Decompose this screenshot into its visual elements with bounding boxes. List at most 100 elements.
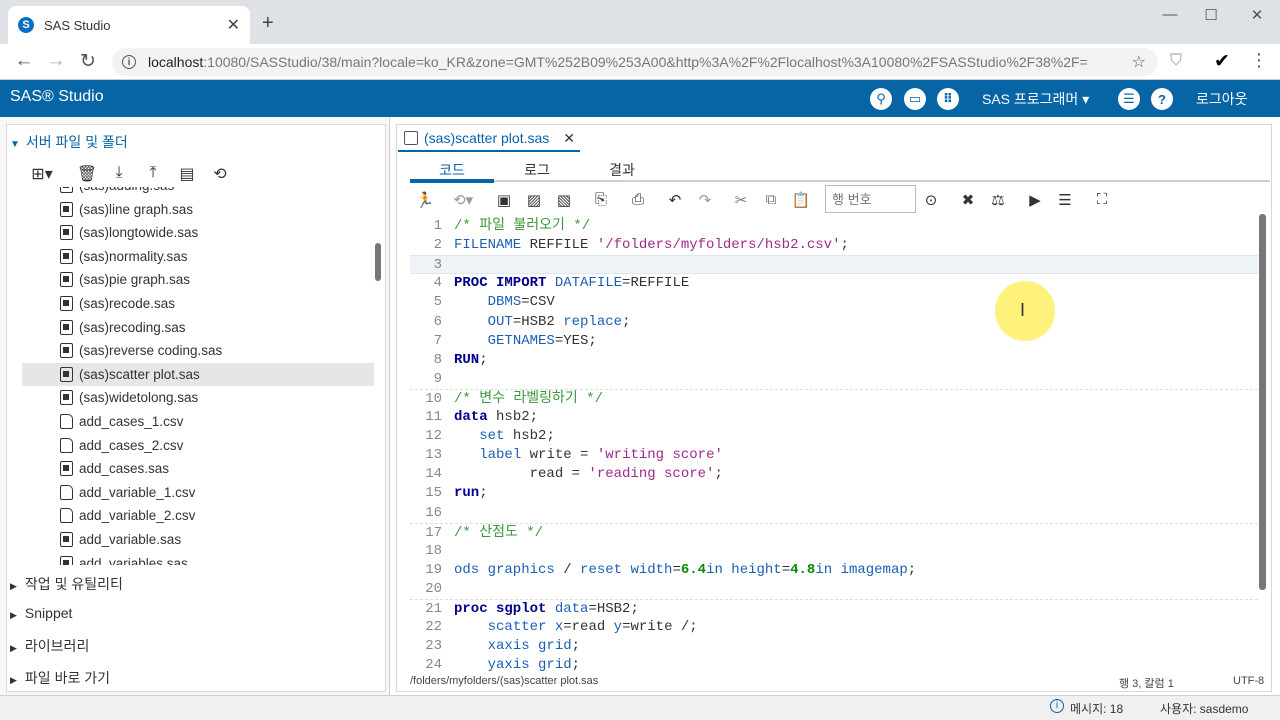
url-field[interactable]: i localhost:10080/SASStudio/38/main?loca…	[112, 48, 1158, 76]
editor-scrollbar[interactable]	[1259, 214, 1266, 590]
code-line[interactable]: 14 read = 'reading score';	[410, 465, 1258, 484]
line-number-input[interactable]	[825, 185, 916, 213]
undo-icon[interactable]: ↶	[664, 191, 686, 209]
file-item[interactable]: add_variable_2.csv	[22, 504, 374, 527]
logout-link[interactable]: 로그아웃	[1196, 89, 1248, 109]
history-dropdown-icon[interactable]: ⟲▾	[448, 191, 478, 209]
file-item[interactable]: (sas)reverse coding.sas	[22, 339, 374, 362]
save-copy-icon[interactable]: ▧	[553, 191, 575, 209]
search-icon[interactable]: ⚲	[870, 88, 892, 110]
folder-icon[interactable]: ▭	[904, 88, 926, 110]
file-item[interactable]: add_cases.sas	[22, 457, 374, 480]
code-line[interactable]: 5 DBMS=CSV	[410, 293, 1258, 312]
code-line[interactable]: 22 scatter x=read y=write /;	[410, 618, 1258, 637]
code-line[interactable]: 13 label write = 'writing score'	[410, 446, 1258, 465]
maximize-icon[interactable]: ☐	[1191, 6, 1231, 24]
file-item[interactable]: (sas)widetolong.sas	[22, 386, 374, 409]
file-item[interactable]: (sas)adding.sas	[22, 187, 374, 197]
file-item[interactable]: add_variable.sas	[22, 528, 374, 551]
forward-arrow-icon[interactable]: →	[44, 50, 68, 72]
code-line[interactable]: 21 proc sgplot data=HSB2;	[410, 599, 1258, 618]
code-line[interactable]: 10 /* 변수 라벨링하기 */	[410, 388, 1258, 408]
code-line[interactable]: 16	[410, 504, 1258, 523]
server-files-section-header[interactable]: ▼ 서버 파일 및 폴더	[10, 132, 128, 152]
file-item[interactable]: add_variable_1.csv	[22, 481, 374, 504]
code-line[interactable]: 1 /* 파일 불러오기 */	[410, 217, 1258, 236]
code-editor[interactable]: 1 /* 파일 불러오기 */ 2 FILENAME REFFILE '/folder…	[410, 217, 1258, 671]
code-line[interactable]: 15 run;	[410, 484, 1258, 503]
new-tab-button[interactable]: +	[262, 12, 274, 35]
code-line[interactable]: 20	[410, 580, 1258, 599]
properties-icon[interactable]: ▤	[176, 164, 198, 184]
file-item[interactable]: (sas)longtowide.sas	[22, 221, 374, 244]
back-arrow-icon[interactable]: ←	[12, 50, 36, 72]
new-file-dropdown-icon[interactable]: ⊞▾	[26, 164, 58, 184]
tab-code[interactable]: 코드	[412, 160, 492, 180]
help-icon[interactable]: ?	[1151, 88, 1173, 110]
tasks-utilities-section[interactable]: ▶ 작업 및 유틸리티	[10, 574, 123, 594]
file-item[interactable]: (sas)line graph.sas	[22, 198, 374, 221]
code-line[interactable]: 3	[410, 255, 1258, 275]
clear-code-icon[interactable]: ✖	[957, 191, 979, 209]
minimize-icon[interactable]: —	[1150, 6, 1190, 23]
export-icon[interactable]: ⎘	[590, 191, 612, 208]
download-icon[interactable]: ⤓	[108, 164, 130, 182]
info-icon[interactable]: i	[122, 55, 136, 69]
code-line[interactable]: 19 ods graphics / reset width=6.4in heigh…	[410, 561, 1258, 580]
tab-results[interactable]: 결과	[582, 160, 662, 180]
menu-list-icon[interactable]: ☰	[1118, 88, 1140, 110]
messages-count[interactable]: 메시지: 18	[1070, 700, 1123, 717]
file-item[interactable]: add_cases_1.csv	[22, 410, 374, 433]
close-tab-icon[interactable]: ✕	[227, 15, 240, 35]
maximize-view-icon[interactable]: ⛶	[1091, 191, 1113, 208]
shield-icon[interactable]: ⛉	[1170, 52, 1182, 70]
menu-dots-icon[interactable]: ⋮	[1250, 50, 1268, 71]
format-code-icon[interactable]: ⚖	[987, 191, 1009, 209]
run-icon[interactable]: 🏃	[414, 191, 436, 209]
browser-tab[interactable]: S SAS Studio ✕	[8, 6, 250, 44]
print-icon[interactable]: ⎙	[627, 191, 649, 208]
go-to-line-icon[interactable]: ⊙	[920, 191, 942, 209]
file-item[interactable]: (sas)scatter plot.sas	[22, 362, 374, 386]
paste-icon[interactable]: 📋	[790, 191, 812, 209]
close-document-icon[interactable]: ✕	[563, 130, 575, 147]
file-item[interactable]: (sas)recoding.sas	[22, 316, 374, 339]
code-line[interactable]: 4 PROC IMPORT DATAFILE=REFFILE	[410, 274, 1258, 293]
code-line[interactable]: 8 RUN;	[410, 351, 1258, 370]
save-icon[interactable]: ▣	[493, 191, 515, 209]
file-item[interactable]: (sas)normality.sas	[22, 245, 374, 268]
bookmark-star-icon[interactable]: ☆	[1132, 52, 1146, 72]
code-line[interactable]: 17 /* 산점도 */	[410, 522, 1258, 542]
code-line[interactable]: 24 yaxis grid;	[410, 656, 1258, 671]
reload-icon[interactable]: ↻	[76, 50, 100, 73]
snippets-section[interactable]: ▶ Snippet	[10, 605, 72, 621]
code-line[interactable]: 2 FILENAME REFFILE '/folders/myfolders/hs…	[410, 236, 1258, 255]
code-line[interactable]: 12 set hsb2;	[410, 427, 1258, 446]
delete-icon[interactable]: 🗑	[76, 164, 98, 184]
apps-grid-icon[interactable]: ⠿	[937, 88, 959, 110]
file-shortcuts-section[interactable]: ▶ 파일 바로 가기	[10, 668, 110, 688]
code-line[interactable]: 7 GETNAMES=YES;	[410, 332, 1258, 351]
checkmark-extension-icon[interactable]: ✔	[1214, 50, 1230, 73]
sas-programmer-menu[interactable]: SAS 프로그래머 ▾	[982, 89, 1089, 109]
refresh-icon[interactable]: ⟲	[209, 164, 231, 184]
file-item[interactable]: add_variables.sas	[22, 552, 374, 565]
file-item[interactable]: (sas)recode.sas	[22, 292, 374, 315]
save-as-icon[interactable]: ▨	[523, 191, 545, 209]
code-line[interactable]: 6 OUT=HSB2 replace;	[410, 313, 1258, 332]
tab-log[interactable]: 로그	[497, 160, 577, 180]
code-line[interactable]: 23 xaxis grid;	[410, 637, 1258, 656]
document-tab[interactable]: (sas)scatter plot.sas ✕	[398, 126, 580, 152]
indent-icon[interactable]: ☰	[1054, 191, 1076, 209]
close-window-icon[interactable]: ✕	[1237, 6, 1277, 24]
submit-line-icon[interactable]: ▶	[1024, 191, 1046, 209]
file-tree-scrollbar[interactable]	[375, 243, 381, 281]
code-line[interactable]: 9	[410, 370, 1258, 389]
code-line[interactable]: 11 data hsb2;	[410, 408, 1258, 427]
code-line[interactable]: 18	[410, 542, 1258, 561]
redo-icon[interactable]: ↷	[694, 191, 716, 209]
libraries-section[interactable]: ▶ 라이브러리	[10, 636, 89, 656]
upload-icon[interactable]: ⤒	[142, 164, 164, 182]
copy-icon[interactable]: ⧉	[760, 191, 782, 208]
file-item[interactable]: (sas)pie graph.sas	[22, 268, 374, 291]
